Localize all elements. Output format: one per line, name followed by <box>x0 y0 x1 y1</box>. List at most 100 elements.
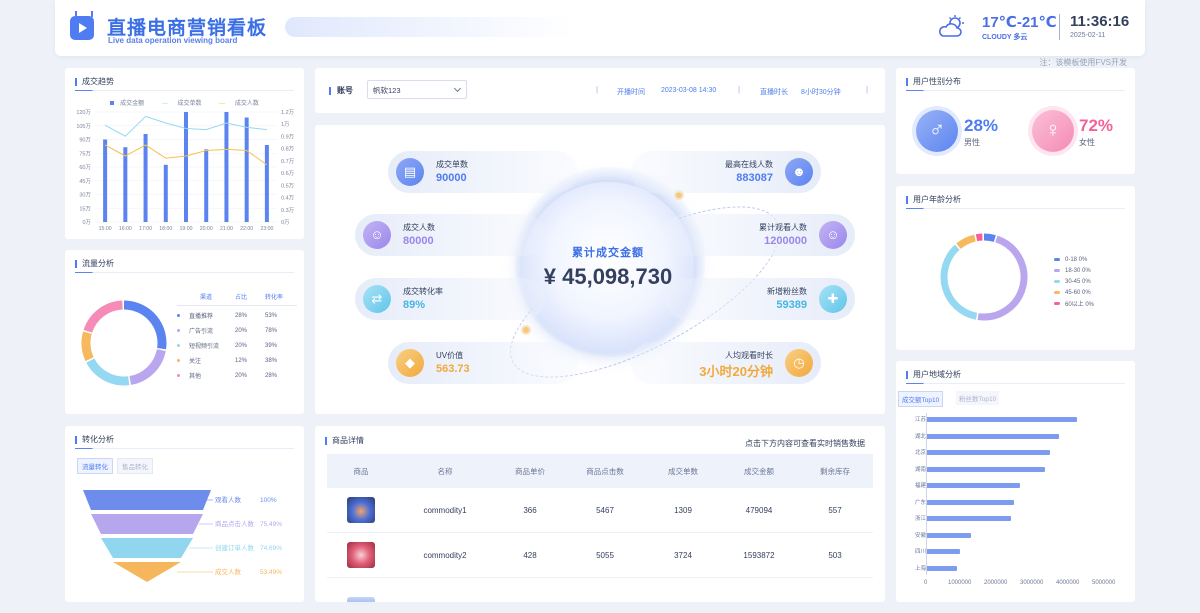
metric-label: 成交人数 <box>403 223 435 232</box>
product-clicks: 5055 <box>596 550 614 560</box>
table-row[interactable] <box>327 578 873 602</box>
flow-row: 广告引流 20% 78% <box>177 323 297 338</box>
metric-total-viewers[interactable]: 累计观看人数 1200000 ☺ <box>665 214 855 256</box>
metric-new-fans[interactable]: 新增粉丝数 59389 ✚ <box>665 278 855 320</box>
x-tick: 23:00 <box>260 226 273 232</box>
funnel-step <box>83 490 211 510</box>
female-percent: 72% <box>1079 116 1114 135</box>
region-bar[interactable] <box>926 433 1060 439</box>
flow-donut-chart <box>81 300 167 386</box>
temperature: 17℃-21℃ <box>982 14 1057 31</box>
duration-value: 8小时30分钟 <box>801 89 841 96</box>
region-bar[interactable] <box>926 516 1011 521</box>
product-stock: 557 <box>828 505 842 515</box>
table-row[interactable]: commodity2 428 5055 3724 1593872 503 <box>327 533 873 578</box>
female-label: 女性 <box>1079 138 1095 147</box>
weather-text: CLOUDY 多云 <box>982 34 1028 41</box>
product-price: 366 <box>523 505 537 515</box>
channel-name: 关注 <box>189 359 202 365</box>
trend-panel: 成交趋势 成交金额 — 成交单数 — 成交人数 120万 105万 90万 75万 60… <box>65 68 304 239</box>
region-bar[interactable] <box>926 549 961 554</box>
metrics-panel: 累计成交金额 ¥ 45,098,730 ▤ 成交单数 90000 ☺ 成交人数 … <box>315 125 885 414</box>
col-header: 剩余库存 <box>820 466 850 476</box>
account-select[interactable]: 帆软123 <box>367 80 467 99</box>
col-header: 名称 <box>437 466 453 476</box>
flow-donut-segment <box>123 300 167 350</box>
channel-share: 12% <box>235 357 248 364</box>
region-label: 安徽 <box>914 532 926 539</box>
dev-note: 注：该模板使用FVS开发 <box>1039 58 1127 67</box>
region-bar[interactable] <box>926 483 1020 488</box>
funnel-step <box>101 538 193 558</box>
metric-peak-online[interactable]: 最高在线人数 883087 ☻ <box>631 151 821 193</box>
exchange-icon: ⇄ <box>363 285 391 313</box>
region-bar[interactable] <box>926 532 971 538</box>
duration-label: 直播时长 <box>760 89 788 96</box>
region-label: 湖南 <box>914 466 926 473</box>
table-row[interactable]: commodity1 366 5467 1309 479094 557 <box>327 488 873 533</box>
trend-bar <box>163 164 168 222</box>
col-header: 成交单数 <box>668 466 698 476</box>
account-bar: 账号 帆软123 | 开播时间 2023-03-08 14:30 | 直播时长 … <box>315 68 885 113</box>
metric-buyers[interactable]: ☺ 成交人数 80000 <box>355 214 545 256</box>
account-label: 账号 <box>329 85 353 96</box>
flow-row: 其他 20% 28% <box>177 368 297 383</box>
x-tick: 3000000 <box>1020 580 1044 586</box>
y-tick-left: 30万 <box>79 192 91 199</box>
metric-conversion[interactable]: ⇄ 成交转化率 89% <box>355 278 545 320</box>
col-rate: 转化率 <box>265 295 284 301</box>
gender-panel: 用户性别分布 ♂ 28% 男性 ♀ 72% 女性 <box>896 68 1135 174</box>
start-time-label: 开播时间 <box>617 89 645 96</box>
page-subtitle: Live data operation viewing board <box>108 36 238 45</box>
trend-bar <box>224 112 229 222</box>
metric-orders[interactable]: ▤ 成交单数 90000 <box>388 151 578 193</box>
divider: | <box>738 85 741 94</box>
metric-label: 新增粉丝数 <box>767 287 807 296</box>
tab-fans-top10[interactable]: 粉丝数Top10 <box>956 391 1000 405</box>
title-underline <box>906 208 1125 209</box>
panel-title: 成交趋势 <box>75 76 114 87</box>
product-thumbnail <box>347 497 375 523</box>
region-bar[interactable] <box>926 450 1051 455</box>
tab-product-conversion[interactable]: 售品转化 <box>117 458 153 474</box>
y-tick-right: 0.4万 <box>281 195 295 202</box>
y-tick-right: 0.3万 <box>281 207 295 214</box>
channel-name: 短视频引流 <box>189 344 220 350</box>
region-bar[interactable] <box>926 466 1045 472</box>
metric-value: 59389 <box>776 299 807 311</box>
age-donut-segment <box>977 235 1028 321</box>
series-dot <box>177 329 180 332</box>
divider: | <box>596 85 599 94</box>
tab-amount-top10[interactable]: 成交额Top10 <box>898 391 944 407</box>
channel-name: 直播推荐 <box>189 314 214 320</box>
metric-value: 883087 <box>736 172 773 184</box>
channel-rate: 28% <box>265 372 278 379</box>
total-amount-globe: 累计成交金额 ¥ 45,098,730 <box>522 182 694 354</box>
region-bar[interactable] <box>926 499 1015 505</box>
region-label: 上海 <box>914 565 926 572</box>
metric-value: 563.73 <box>436 363 470 375</box>
start-time-value: 2023-03-08 14:30 <box>661 87 717 94</box>
region-bar[interactable] <box>926 417 1078 422</box>
divider <box>1059 14 1060 40</box>
age-legend-label: 18-30 0% <box>1065 267 1091 274</box>
metric-label: UV价值 <box>436 351 464 360</box>
x-tick: 1000000 <box>948 580 972 586</box>
title-decoration <box>285 17 575 37</box>
funnel-step-pct: 74.69% <box>260 545 282 552</box>
y-tick-left: 15万 <box>79 205 91 212</box>
funnel-step-name: 成交人数 <box>215 567 242 576</box>
legend-swatch <box>1054 280 1060 283</box>
metric-label: 成交单数 <box>436 160 468 169</box>
metric-value: 1200000 <box>764 235 807 247</box>
flow-row: 短视频引流 20% 39% <box>177 338 297 353</box>
metric-avg-watch[interactable]: 人均观看时长 3小时20分钟 ◷ <box>631 342 821 384</box>
product-clicks: 5467 <box>596 505 614 515</box>
y-tick-left: 60万 <box>79 164 91 171</box>
tab-traffic-conversion[interactable]: 流量转化 <box>77 458 113 474</box>
flow-donut-segment <box>129 349 166 385</box>
region-bar[interactable] <box>926 565 957 571</box>
series-dot <box>177 314 180 317</box>
x-tick: 4000000 <box>1056 580 1080 586</box>
metric-uv[interactable]: ◆ UV价值 563.73 <box>388 342 578 384</box>
